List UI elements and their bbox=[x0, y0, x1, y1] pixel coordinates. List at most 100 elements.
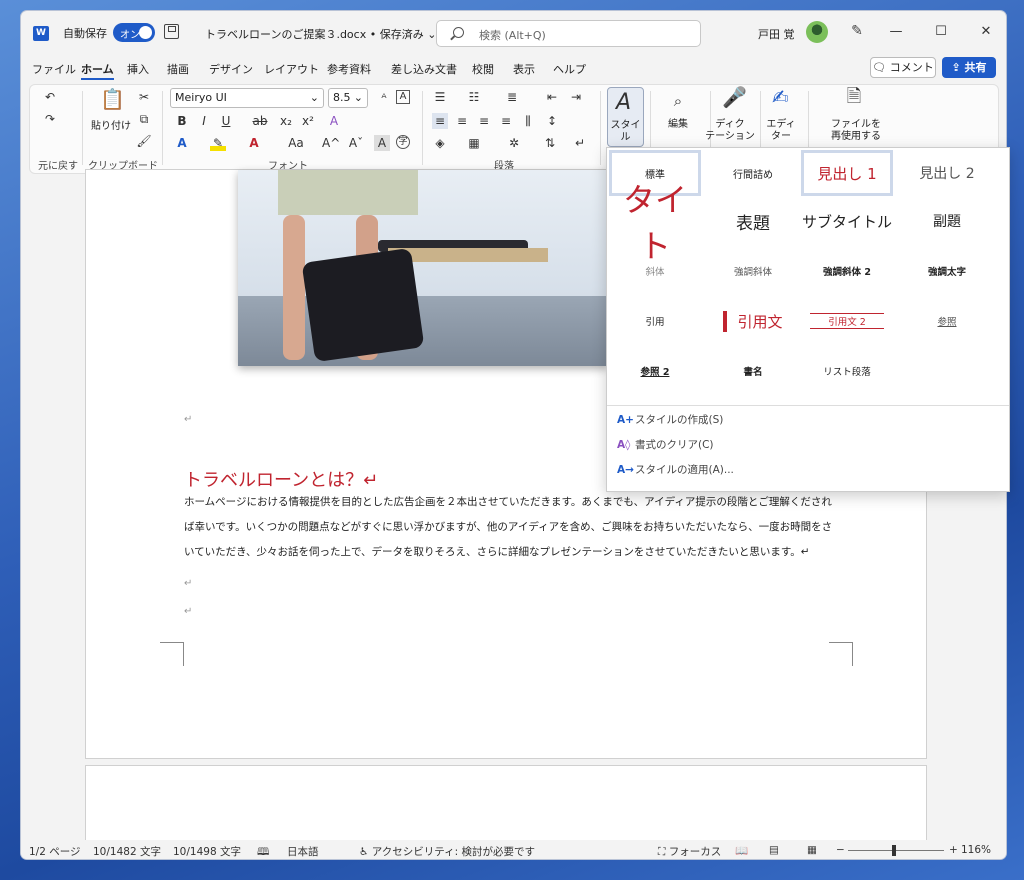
font-size-select[interactable]: 8.5 ⌄ bbox=[328, 88, 368, 108]
tab-draw[interactable]: 描画 bbox=[167, 61, 189, 77]
zoom-in-icon[interactable]: + bbox=[949, 844, 958, 856]
clear-format-command[interactable]: A◊ 書式のクリア(C) bbox=[617, 437, 714, 452]
cut-icon[interactable]: ✂ bbox=[136, 89, 152, 105]
find-icon[interactable]: ⌕ bbox=[670, 93, 686, 109]
proofing-icon[interactable]: 🕮 bbox=[257, 844, 269, 859]
style-reference-2[interactable]: 参照 2 bbox=[609, 348, 701, 394]
shrink-font-size-icon[interactable]: Aˇ bbox=[348, 135, 364, 151]
bullets-icon[interactable]: ☰ bbox=[432, 89, 448, 105]
style-strong[interactable]: 強調太字 bbox=[901, 248, 993, 294]
style-subtitle[interactable]: サブタイトル bbox=[801, 198, 893, 244]
format-painter-icon[interactable]: 🖌 bbox=[136, 133, 152, 149]
line-spacing-icon[interactable]: ↕ bbox=[544, 113, 560, 129]
style-heading1[interactable]: 見出し 1 bbox=[801, 150, 893, 196]
style-emphasis[interactable]: 斜体 bbox=[609, 248, 701, 294]
close-icon[interactable]: ✕ bbox=[971, 19, 1001, 45]
accessibility-status[interactable]: ♿ アクセシビリティ: 検討が必要です bbox=[359, 844, 535, 859]
distribute-icon[interactable]: ⫼ bbox=[520, 113, 536, 129]
style-quote[interactable]: 引用 bbox=[609, 298, 701, 344]
document-title[interactable]: トラベルローンのご提案３.docx • 保存済み ⌄ bbox=[205, 26, 436, 42]
tab-mailings[interactable]: 差し込み文書 bbox=[391, 61, 457, 77]
minimize-icon[interactable]: — bbox=[881, 19, 911, 45]
font-color-icon[interactable]: A bbox=[246, 135, 262, 151]
increase-indent-icon[interactable]: ⇥ bbox=[568, 89, 584, 105]
text-effects-icon[interactable]: A bbox=[174, 135, 190, 151]
char-shading-icon[interactable]: A bbox=[374, 135, 390, 151]
strikethrough-icon[interactable]: ab bbox=[252, 113, 268, 129]
focus-button[interactable]: ⛶ フォーカス bbox=[658, 844, 721, 859]
tab-review[interactable]: 校閲 bbox=[472, 61, 494, 77]
style-list-paragraph[interactable]: リスト段落 bbox=[801, 348, 893, 394]
clear-format-icon[interactable]: A bbox=[396, 90, 410, 104]
document-body[interactable]: ホームページにおける情報提供を目的とした広告企画を２本出させていただきます。あく… bbox=[184, 490, 834, 565]
share-button[interactable]: ⇪ 共有 bbox=[942, 57, 996, 78]
justify-icon[interactable]: ≡ bbox=[498, 113, 514, 129]
styles-button[interactable]: A スタイル bbox=[607, 87, 644, 147]
word-count-1[interactable]: 10/1482 文字 bbox=[93, 844, 161, 859]
style-reference[interactable]: 参照 bbox=[901, 298, 993, 344]
style-book-title[interactable]: 書名 bbox=[707, 348, 799, 394]
style-heading2[interactable]: 見出し 2 bbox=[901, 150, 993, 196]
microphone-icon[interactable]: 🎤 bbox=[722, 87, 747, 107]
align-left-icon[interactable]: ≡ bbox=[432, 113, 448, 129]
bold-icon[interactable]: B bbox=[174, 113, 190, 129]
tab-file[interactable]: ファイル bbox=[32, 61, 76, 77]
style-heading[interactable]: 表題 bbox=[707, 198, 799, 244]
read-mode-icon[interactable]: 📖 bbox=[735, 844, 748, 857]
superscript-icon[interactable]: x² bbox=[300, 113, 316, 129]
style-subheading[interactable]: 副題 bbox=[901, 198, 993, 244]
tab-help[interactable]: ヘルプ bbox=[553, 61, 586, 77]
print-layout-icon[interactable]: ▤ bbox=[769, 844, 779, 856]
zoom-thumb[interactable] bbox=[892, 845, 896, 856]
show-marks-icon[interactable]: ↵ bbox=[572, 135, 588, 151]
tab-insert[interactable]: 挿入 bbox=[127, 61, 149, 77]
sort-icon[interactable]: ⇅ bbox=[542, 135, 558, 151]
grow-font-size-icon[interactable]: A^ bbox=[322, 135, 340, 151]
editor-label[interactable]: エディ ター bbox=[760, 119, 802, 143]
subscript-icon[interactable]: x₂ bbox=[278, 113, 294, 129]
tab-home[interactable]: ホーム bbox=[81, 61, 114, 80]
multilevel-list-icon[interactable]: ≣ bbox=[504, 89, 520, 105]
apply-style-command[interactable]: A→スタイルの適用(A)... bbox=[617, 462, 734, 477]
web-layout-icon[interactable]: ▦ bbox=[807, 844, 817, 856]
travel-photo[interactable] bbox=[238, 170, 608, 366]
style-no-spacing[interactable]: 行間詰め bbox=[707, 150, 799, 196]
grow-font-icon[interactable]: ᴬ bbox=[376, 90, 392, 106]
comment-button[interactable]: 🗨 コメント bbox=[870, 57, 936, 78]
autosave-toggle[interactable]: オン bbox=[113, 23, 155, 42]
decrease-indent-icon[interactable]: ⇤ bbox=[544, 89, 560, 105]
align-center-icon[interactable]: ≡ bbox=[454, 113, 470, 129]
editor-icon[interactable]: ✍ bbox=[772, 87, 789, 107]
redo-icon[interactable]: ↷ bbox=[42, 111, 58, 127]
shading-icon[interactable]: ◈ bbox=[432, 135, 448, 151]
enclose-char-icon[interactable]: 字 bbox=[396, 135, 410, 149]
underline-icon[interactable]: U bbox=[218, 113, 234, 129]
word-count-2[interactable]: 10/1498 文字 bbox=[173, 844, 241, 859]
avatar[interactable] bbox=[806, 21, 828, 43]
style-intense-quote-2[interactable]: 引用文 2 bbox=[801, 298, 893, 344]
pen-icon[interactable]: ✎ bbox=[849, 23, 865, 39]
highlight-icon[interactable]: ✎ bbox=[210, 135, 226, 151]
tab-view[interactable]: 表示 bbox=[513, 61, 535, 77]
tab-design[interactable]: デザイン bbox=[209, 61, 253, 77]
zoom-level[interactable]: 116% bbox=[961, 844, 991, 856]
user-name[interactable]: 戸田 覚 bbox=[758, 26, 795, 42]
style-intense-emphasis-2[interactable]: 強調斜体 2 bbox=[801, 248, 893, 294]
change-case-icon[interactable]: Aa bbox=[284, 135, 308, 151]
asian-layout-icon[interactable]: ✲ bbox=[506, 135, 522, 151]
undo-icon[interactable]: ↶ bbox=[42, 89, 58, 105]
style-intense-emphasis[interactable]: 強調斜体 bbox=[707, 248, 799, 294]
reuse-file-label[interactable]: ファイルを 再使用する bbox=[814, 119, 898, 143]
edit-label[interactable]: 編集 bbox=[658, 119, 698, 131]
tab-layout[interactable]: レイアウト bbox=[264, 61, 319, 77]
zoom-out-icon[interactable]: − bbox=[836, 844, 845, 856]
page-count[interactable]: 1/2 ページ bbox=[29, 844, 81, 859]
create-style-command[interactable]: A+スタイルの作成(S) bbox=[617, 412, 723, 427]
italic-icon[interactable]: I bbox=[196, 113, 212, 129]
align-right-icon[interactable]: ≡ bbox=[476, 113, 492, 129]
tab-references[interactable]: 参考資料 bbox=[327, 61, 371, 77]
style-intense-quote[interactable]: 引用文 bbox=[707, 298, 799, 344]
text-effect-icon[interactable]: A bbox=[326, 113, 342, 129]
font-name-select[interactable]: Meiryo UI ⌄ bbox=[170, 88, 324, 108]
search-input[interactable]: 検索 (Alt+Q) bbox=[436, 20, 701, 47]
